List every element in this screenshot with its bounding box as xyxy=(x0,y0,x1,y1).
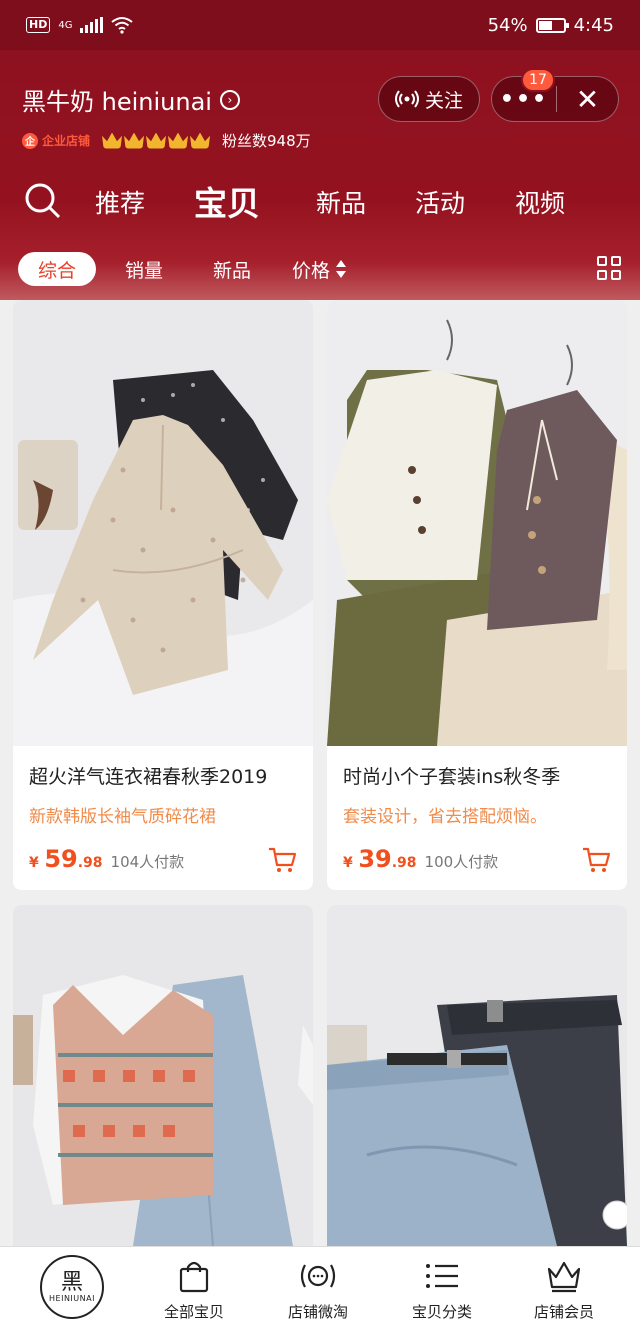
nav-membership-label: 店铺会员 xyxy=(533,1303,594,1321)
broadcast-chat-icon xyxy=(300,1264,336,1288)
filter-price-label: 价格 xyxy=(292,259,331,282)
nav-categories[interactable]: 宝贝分类 xyxy=(392,1259,492,1322)
crown-icon xyxy=(168,132,189,149)
product-image xyxy=(327,905,627,1246)
nav-shop-feed[interactable]: 店铺微淘 xyxy=(268,1259,368,1322)
sold-count: 104人付款 xyxy=(110,853,185,871)
logo-text: HEINIUNAI xyxy=(49,1293,95,1303)
nav-shop-feed-label: 店铺微淘 xyxy=(287,1303,348,1321)
product-subtitle: 套装设计，省去搭配烦恼。 xyxy=(343,807,547,827)
product-card[interactable]: 时尚小个子套装ins秋冬季 套装设计，省去搭配烦恼。 ¥ 39.98 100人付… xyxy=(327,300,627,890)
price-integer: 39 xyxy=(358,845,392,873)
cart-icon[interactable] xyxy=(267,846,297,874)
capsule-menu: ••• ✕ xyxy=(491,76,619,122)
tab-recommend[interactable]: 推荐 xyxy=(95,184,145,220)
product-price: ¥ 39.98 xyxy=(343,845,417,873)
product-image xyxy=(327,300,627,746)
price-decimal: .98 xyxy=(391,855,417,871)
clock: 4:45 xyxy=(573,14,614,36)
filter-new[interactable]: 新品 xyxy=(213,252,251,286)
shop-rating-crowns xyxy=(102,132,211,149)
price-integer: 59 xyxy=(44,845,78,873)
price-decimal: .98 xyxy=(77,855,103,871)
price-currency: ¥ xyxy=(29,855,39,871)
status-bar: HD 4G 54% 4:45 xyxy=(0,0,640,50)
sort-filters: 综合 销量 新品 价格 xyxy=(0,250,640,290)
product-card[interactable] xyxy=(13,905,313,1246)
product-card[interactable]: 超火洋气连衣裙春秋季2019 新款韩版长袖气质碎花裙 ¥ 59.98 104人付… xyxy=(13,300,313,890)
crown-icon xyxy=(547,1261,581,1293)
search-icon[interactable] xyxy=(24,182,62,220)
bottom-navigation: 黑 HEINIUNAI 全部宝贝 店铺微淘 宝贝分类 店铺会员 xyxy=(0,1246,640,1330)
sold-count: 100人付款 xyxy=(424,853,499,871)
shop-header: 黑牛奶 heiniunai › 企 企业店铺 粉丝数948万 关注 ••• ✕ … xyxy=(0,50,640,300)
tab-new[interactable]: 新品 xyxy=(316,184,366,220)
wifi-icon xyxy=(111,17,134,34)
notification-badge: 17 xyxy=(521,68,555,92)
product-image xyxy=(13,300,313,746)
crown-icon xyxy=(102,132,123,149)
battery-icon xyxy=(535,17,569,33)
tab-items[interactable]: 宝贝 xyxy=(194,177,260,225)
product-subtitle: 新款韩版长袖气质碎花裙 xyxy=(29,807,216,827)
crown-icon xyxy=(124,132,145,149)
filter-overall[interactable]: 综合 xyxy=(18,252,97,286)
nav-membership[interactable]: 店铺会员 xyxy=(514,1259,614,1322)
sort-arrows-icon xyxy=(336,260,347,278)
filter-price[interactable]: 价格 xyxy=(292,252,348,286)
product-card[interactable] xyxy=(327,905,627,1246)
chevron-right-icon: › xyxy=(219,89,240,110)
grid-view-icon[interactable] xyxy=(597,256,621,280)
filter-sales[interactable]: 销量 xyxy=(125,252,163,286)
shop-name-link[interactable]: 黑牛奶 heiniunai › xyxy=(22,82,240,117)
enterprise-label: 企业店铺 xyxy=(42,134,91,148)
shop-name: 黑牛奶 heiniunai xyxy=(22,88,212,116)
logo-character: 黑 xyxy=(60,1269,83,1295)
product-title: 时尚小个子套装ins秋冬季 xyxy=(343,766,561,788)
fans-count: 粉丝数948万 xyxy=(222,132,311,150)
shop-tabs: 推荐 宝贝 新品 活动 视频 xyxy=(0,174,640,228)
product-image xyxy=(13,905,313,1246)
tab-video[interactable]: 视频 xyxy=(515,184,565,220)
battery-percent: 54% xyxy=(487,14,528,36)
follow-button[interactable]: 关注 xyxy=(378,76,480,122)
network-type: 4G xyxy=(58,19,73,31)
close-icon: ✕ xyxy=(575,82,600,116)
signal-icon xyxy=(80,17,104,33)
cart-icon[interactable] xyxy=(581,846,611,874)
nav-all-items-label: 全部宝贝 xyxy=(163,1303,224,1321)
follow-label: 关注 xyxy=(424,89,463,112)
shopping-bag-icon xyxy=(179,1261,209,1293)
hd-icon: HD xyxy=(26,17,51,33)
product-title: 超火洋气连衣裙春秋季2019 xyxy=(29,766,268,788)
product-price: ¥ 59.98 xyxy=(29,845,103,873)
enterprise-icon: 企 xyxy=(22,132,38,149)
nav-categories-label: 宝贝分类 xyxy=(411,1303,472,1321)
price-currency: ¥ xyxy=(343,855,353,871)
list-icon xyxy=(426,1264,458,1288)
shop-logo[interactable]: 黑 HEINIUNAI xyxy=(40,1255,104,1319)
crown-icon xyxy=(146,132,167,149)
nav-all-items[interactable]: 全部宝贝 xyxy=(144,1259,244,1322)
tab-events[interactable]: 活动 xyxy=(415,184,465,220)
crown-icon xyxy=(190,132,211,149)
broadcast-icon xyxy=(394,90,419,108)
close-button[interactable]: ✕ xyxy=(557,83,618,116)
enterprise-badge: 企 企业店铺 xyxy=(22,132,90,149)
